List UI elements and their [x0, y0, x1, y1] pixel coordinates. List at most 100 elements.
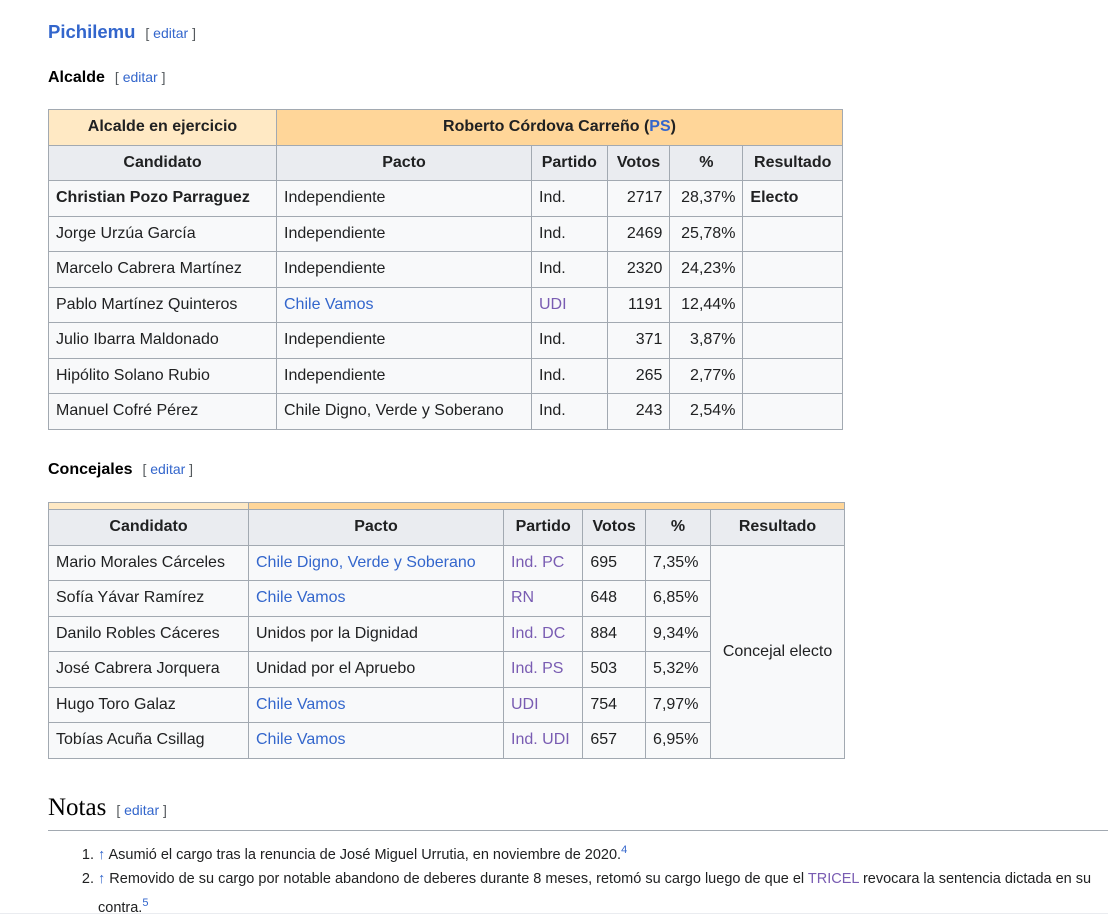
pct-cell: 5,32% [645, 651, 712, 688]
table-row: Christian Pozo Parraguez Independiente I… [48, 180, 843, 217]
votos-cell: 2469 [606, 215, 671, 252]
col-votos: Votos [606, 144, 671, 181]
partido-cell: Ind. [531, 322, 608, 359]
resultado-cell [742, 215, 843, 252]
edit-link[interactable]: editar [124, 802, 159, 818]
incumbent-row: Alcalde en ejercicio Roberto Córdova Car… [48, 109, 843, 146]
pct-cell: 3,87% [669, 322, 744, 359]
col-pct: % [669, 144, 744, 181]
concejales-table: Candidato Pacto Partido Votos % Resultad… [48, 502, 845, 759]
table-row: Jorge Urzúa García Independiente Ind. 24… [48, 215, 843, 252]
header-row: Candidato Pacto Partido Votos % Resultad… [48, 144, 843, 181]
partido-cell: Ind. [531, 357, 608, 394]
edit-link[interactable]: editar [153, 25, 188, 41]
candidato-cell: Mario Morales Cárceles [48, 544, 249, 581]
pct-cell: 2,54% [669, 393, 744, 430]
notes-list: ↑ Asumió el cargo tras la renuncia de Jo… [80, 838, 1108, 920]
pct-cell: 25,78% [669, 215, 744, 252]
table-row: Julio Ibarra Maldonado Independiente Ind… [48, 322, 843, 359]
partido-link[interactable]: RN [502, 580, 584, 617]
candidato-cell: Hipólito Solano Rubio [48, 357, 277, 394]
section-title[interactable]: Pichilemu [48, 21, 135, 42]
table-row: Manuel Cofré Pérez Chile Digno, Verde y … [48, 393, 843, 430]
candidato-cell: Manuel Cofré Pérez [48, 393, 277, 430]
pct-cell: 2,77% [669, 357, 744, 394]
backref-arrow-icon[interactable]: ↑ [98, 847, 105, 863]
col-pct: % [645, 509, 712, 546]
col-partido: Partido [502, 509, 584, 546]
ref-link[interactable]: 5 [142, 897, 148, 909]
votos-cell: 503 [582, 651, 647, 688]
pacto-cell: Independiente [276, 322, 532, 359]
partido-cell: Ind. [531, 215, 608, 252]
col-partido: Partido [531, 144, 608, 181]
votos-cell: 1191 [606, 286, 671, 323]
table-row: Hipólito Solano Rubio Independiente Ind.… [48, 357, 843, 394]
resultado-cell [742, 393, 843, 430]
incumbent-close: ) [670, 118, 676, 136]
pacto-cell: Independiente [276, 357, 532, 394]
pacto-cell: Independiente [276, 180, 532, 217]
ref-link[interactable]: 4 [621, 844, 627, 856]
col-candidato: Candidato [48, 144, 277, 181]
candidato-cell: Christian Pozo Parraguez [48, 180, 277, 217]
incumbent-party-link[interactable]: PS [649, 118, 670, 135]
pacto-link[interactable]: Chile Vamos [248, 686, 504, 723]
table-row: Pablo Martínez Quinteros Chile Vamos UDI… [48, 286, 843, 323]
edit-notas-link: [ editar ] [116, 802, 167, 818]
partido-link[interactable]: UDI [502, 686, 584, 723]
partido-link[interactable]: UDI [531, 286, 608, 323]
pct-cell: 6,85% [645, 580, 712, 617]
pct-cell: 24,23% [669, 251, 744, 288]
table-row: Marcelo Cabrera Martínez Independiente I… [48, 251, 843, 288]
pacto-cell: Independiente [276, 215, 532, 252]
votos-cell: 2717 [606, 180, 671, 217]
pacto-link[interactable]: Chile Vamos [276, 286, 532, 323]
note-text: Removido de su cargo por notable abandon… [109, 870, 808, 887]
tricel-link[interactable]: TRICEL [808, 871, 859, 887]
votos-cell: 657 [582, 722, 647, 759]
candidato-cell: Sofía Yávar Ramírez [48, 580, 249, 617]
candidato-cell: Jorge Urzúa García [48, 215, 277, 252]
edit-link[interactable]: editar [123, 69, 158, 85]
candidato-cell: Danilo Robles Cáceres [48, 615, 249, 652]
resultado-cell: Electo [742, 180, 843, 217]
col-votos: Votos [582, 509, 647, 546]
notas-heading-text: Notas [48, 794, 107, 821]
table-row: Mario Morales Cárceles Chile Digno, Verd… [48, 544, 845, 759]
color-bar-right [248, 502, 845, 510]
pct-cell: 12,44% [669, 286, 744, 323]
partido-cell: Ind. [531, 251, 608, 288]
candidato-cell: Pablo Martínez Quinteros [48, 286, 277, 323]
pacto-link[interactable]: Chile Vamos [248, 722, 504, 759]
partido-link[interactable]: Ind. UDI [502, 722, 584, 759]
col-candidato: Candidato [48, 509, 249, 546]
pacto-cell: Unidad por el Apruebo [248, 651, 504, 688]
concejales-heading: Concejales [ editar ] [48, 461, 193, 479]
partido-link[interactable]: Ind. PS [502, 651, 584, 688]
pacto-cell: Unidos por la Dignidad [248, 615, 504, 652]
resultado-cell [742, 251, 843, 288]
backref-arrow-icon[interactable]: ↑ [98, 871, 105, 887]
pacto-cell: Chile Digno, Verde y Soberano [276, 393, 532, 430]
note-item: ↑ Asumió el cargo tras la renuncia de Jo… [98, 838, 1108, 867]
notas-divider [48, 830, 1108, 831]
pacto-link[interactable]: Chile Digno, Verde y Soberano [248, 544, 504, 581]
color-bar-row [48, 502, 845, 510]
votos-cell: 371 [606, 322, 671, 359]
edit-link[interactable]: editar [150, 461, 185, 477]
partido-link[interactable]: Ind. DC [502, 615, 584, 652]
edit-alcalde-link: [ editar ] [114, 69, 166, 85]
col-resultado: Resultado [742, 144, 843, 181]
pct-cell: 28,37% [669, 180, 744, 217]
pct-cell: 9,34% [645, 615, 712, 652]
notas-heading: Notas [ editar ] [48, 794, 167, 822]
partido-link[interactable]: Ind. PC [502, 544, 584, 581]
incumbent-name-text: Roberto Córdova Carreño ( [443, 118, 650, 136]
concejales-heading-text: Concejales [48, 461, 133, 478]
candidato-cell: Julio Ibarra Maldonado [48, 322, 277, 359]
votos-cell: 648 [582, 580, 647, 617]
pacto-link[interactable]: Chile Vamos [248, 580, 504, 617]
col-pacto: Pacto [276, 144, 532, 181]
candidato-cell: Tobías Acuña Csillag [48, 722, 249, 759]
